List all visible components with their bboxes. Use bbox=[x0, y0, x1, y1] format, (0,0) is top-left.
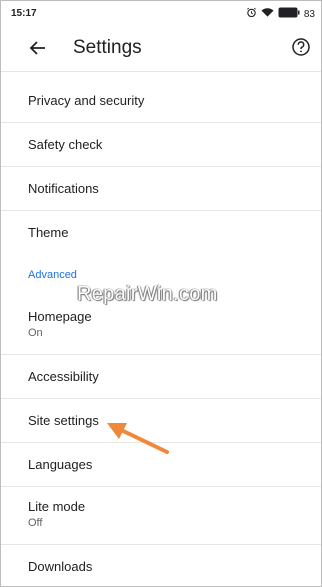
setting-privacy-and-security[interactable]: Privacy and security bbox=[1, 79, 321, 123]
status-icons: 83 bbox=[246, 7, 315, 21]
setting-label: Homepage bbox=[28, 309, 92, 324]
setting-sublabel: Off bbox=[28, 517, 43, 529]
setting-notifications[interactable]: Notifications bbox=[1, 167, 321, 211]
setting-label: Theme bbox=[28, 225, 69, 240]
watermark: RepairWin.com bbox=[77, 283, 218, 305]
alarm-icon bbox=[246, 7, 257, 21]
setting-safety-check[interactable]: Safety check bbox=[1, 123, 321, 167]
setting-label: Safety check bbox=[28, 137, 103, 152]
setting-label: Site settings bbox=[28, 413, 99, 428]
arrow-back-icon bbox=[29, 41, 45, 55]
app-toolbar: Settings bbox=[1, 25, 321, 71]
setting-label: Privacy and security bbox=[28, 93, 145, 108]
setting-downloads[interactable]: Downloads bbox=[1, 545, 321, 586]
wifi-icon bbox=[261, 7, 274, 21]
back-button[interactable] bbox=[27, 37, 49, 59]
toolbar-divider bbox=[1, 71, 321, 72]
setting-label: Downloads bbox=[28, 559, 93, 574]
setting-sublabel: On bbox=[28, 327, 43, 339]
status-time: 15:17 bbox=[11, 8, 37, 19]
setting-lite-mode[interactable]: Lite mode Off bbox=[1, 487, 321, 545]
setting-label: Languages bbox=[28, 457, 93, 472]
battery-icon bbox=[278, 7, 300, 21]
setting-accessibility[interactable]: Accessibility bbox=[1, 355, 321, 399]
setting-label: Notifications bbox=[28, 181, 99, 196]
section-header-advanced: Advanced bbox=[28, 269, 77, 281]
status-bar: 15:17 83 bbox=[1, 1, 321, 25]
app-frame: 15:17 83 Settings Privacy and security S… bbox=[0, 0, 322, 587]
setting-theme[interactable]: Theme bbox=[1, 211, 321, 255]
page-title: Settings bbox=[73, 37, 142, 58]
pointer-arrow-icon bbox=[105, 415, 175, 457]
help-button[interactable] bbox=[291, 37, 313, 59]
setting-label: Lite mode bbox=[28, 499, 86, 514]
battery-percent: 83 bbox=[303, 8, 315, 20]
setting-label: Accessibility bbox=[28, 369, 99, 384]
help-circle-icon bbox=[292, 38, 310, 56]
